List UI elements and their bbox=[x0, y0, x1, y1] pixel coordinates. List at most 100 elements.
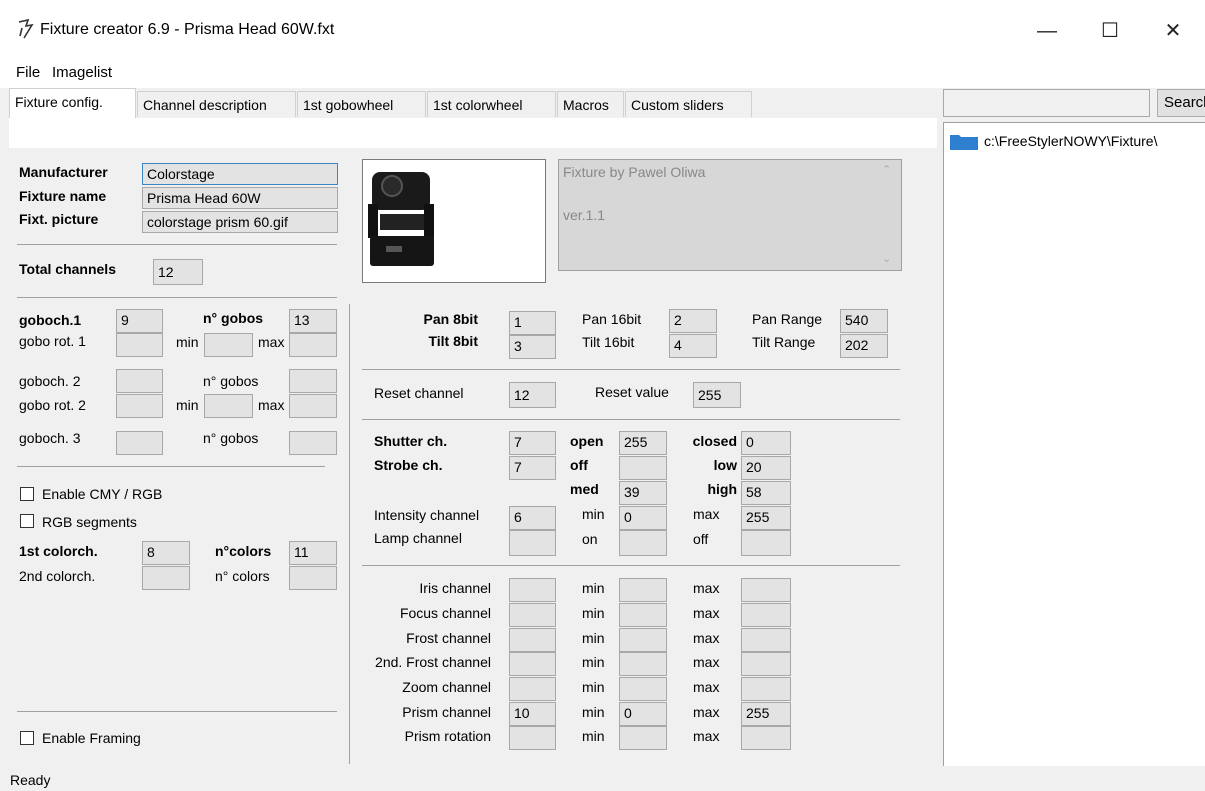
ngobos1-field[interactable]: 13 bbox=[289, 309, 337, 333]
prism-rotation-max-field[interactable] bbox=[741, 726, 791, 750]
moving-head-image bbox=[368, 172, 434, 266]
menu-file[interactable]: File bbox=[16, 64, 40, 81]
tilt8-field[interactable]: 3 bbox=[509, 335, 556, 359]
divider bbox=[17, 711, 337, 712]
strobe-field[interactable]: 7 bbox=[509, 456, 556, 480]
goboch1-field[interactable]: 9 bbox=[116, 309, 163, 333]
frost-channel-field[interactable] bbox=[509, 628, 556, 652]
ncolors2-field[interactable] bbox=[289, 566, 337, 590]
focus-max-field[interactable] bbox=[741, 603, 791, 627]
scroll-up-icon[interactable]: ⌃ bbox=[882, 163, 891, 176]
goboch3-field[interactable] bbox=[116, 431, 163, 455]
closed-field[interactable]: 0 bbox=[741, 431, 791, 455]
colorch1-field[interactable]: 8 bbox=[142, 541, 190, 565]
tab-macros[interactable]: Macros bbox=[557, 91, 624, 117]
gobo-rot1-max-field[interactable] bbox=[289, 333, 337, 357]
gobo-rot2-field[interactable] bbox=[116, 394, 163, 418]
ncolors2-label: n° colors bbox=[215, 568, 270, 584]
prism-channel-field[interactable]: 10 bbox=[509, 702, 556, 726]
minimize-button[interactable]: — bbox=[1024, 12, 1070, 50]
pan-range-field[interactable]: 540 bbox=[840, 309, 888, 333]
fixture-name-field[interactable]: Prisma Head 60W bbox=[142, 187, 338, 209]
lamp-off-field[interactable] bbox=[741, 530, 791, 556]
gobo-rot1-min-field[interactable] bbox=[204, 333, 253, 357]
intensity-min-field[interactable]: 0 bbox=[619, 506, 667, 530]
notes-line-2: ver.1.1 bbox=[563, 207, 606, 223]
reset-value-field[interactable]: 255 bbox=[693, 382, 741, 408]
status-bar bbox=[0, 768, 1205, 791]
scroll-down-icon[interactable]: ⌄ bbox=[882, 252, 891, 265]
tab-fixture-config[interactable]: Fixture config. bbox=[9, 88, 136, 118]
maximize-button[interactable]: ☐ bbox=[1087, 12, 1133, 50]
gobo-rot1-min-label: min bbox=[176, 334, 199, 350]
tilt16-field[interactable]: 4 bbox=[669, 334, 717, 358]
goboch3-label: goboch. 3 bbox=[19, 430, 81, 446]
frost2-channel-field[interactable] bbox=[509, 652, 556, 676]
iris-min-field[interactable] bbox=[619, 578, 667, 602]
focus-max-label: max bbox=[693, 605, 720, 621]
frost-max-field[interactable] bbox=[741, 628, 791, 652]
frost-min-field[interactable] bbox=[619, 628, 667, 652]
med-field[interactable]: 39 bbox=[619, 481, 667, 505]
prism-rotation-min-field[interactable] bbox=[619, 726, 667, 750]
colorch2-field[interactable] bbox=[142, 566, 190, 590]
gobo-rot2-max-field[interactable] bbox=[289, 394, 337, 418]
menu-imagelist[interactable]: Imagelist bbox=[52, 64, 112, 81]
folder-tree[interactable] bbox=[943, 122, 1205, 766]
tab-1st-colorwheel[interactable]: 1st colorwheel bbox=[427, 91, 556, 117]
search-input[interactable] bbox=[943, 89, 1150, 117]
pan16-field[interactable]: 2 bbox=[669, 309, 717, 333]
off-field[interactable] bbox=[619, 456, 667, 480]
pan8-field[interactable]: 1 bbox=[509, 311, 556, 335]
fixture-name-label: Fixture name bbox=[19, 188, 107, 204]
ngobos3-field[interactable] bbox=[289, 431, 337, 455]
tilt-range-field[interactable]: 202 bbox=[840, 334, 888, 358]
lamp-on-field[interactable] bbox=[619, 530, 667, 556]
high-field[interactable]: 58 bbox=[741, 481, 791, 505]
enable-cmy-checkbox[interactable] bbox=[20, 487, 34, 501]
tab-1st-gobowheel[interactable]: 1st gobowheel bbox=[297, 91, 426, 117]
tab-custom-sliders[interactable]: Custom sliders bbox=[625, 91, 752, 117]
open-field[interactable]: 255 bbox=[619, 431, 667, 455]
reset-channel-field[interactable]: 12 bbox=[509, 382, 556, 408]
iris-channel-field[interactable] bbox=[509, 578, 556, 602]
tilt16-label: Tilt 16bit bbox=[582, 334, 635, 350]
intensity-max-field[interactable]: 255 bbox=[741, 506, 791, 530]
ncolors1-field[interactable]: 11 bbox=[289, 541, 337, 565]
frost2-min-field[interactable] bbox=[619, 652, 667, 676]
zoom-min-field[interactable] bbox=[619, 677, 667, 701]
tab-channel-description[interactable]: Channel description bbox=[137, 91, 296, 117]
low-field[interactable]: 20 bbox=[741, 456, 791, 480]
lamp-field[interactable] bbox=[509, 530, 556, 556]
prism-min-field[interactable]: 0 bbox=[619, 702, 667, 726]
ngobos2-field[interactable] bbox=[289, 369, 337, 393]
prism-max-field[interactable]: 255 bbox=[741, 702, 791, 726]
close-button[interactable]: ✕ bbox=[1150, 12, 1196, 50]
focus-channel-label: Focus channel bbox=[399, 605, 491, 621]
folder-path[interactable]: c:\FreeStylerNOWY\Fixture\ bbox=[984, 133, 1157, 149]
gobo-rot1-field[interactable] bbox=[116, 333, 163, 357]
zoom-max-field[interactable] bbox=[741, 677, 791, 701]
rgb-segments-checkbox[interactable] bbox=[20, 514, 34, 528]
total-channels-field[interactable]: 12 bbox=[153, 259, 203, 285]
frost2-min-label: min bbox=[582, 654, 605, 670]
enable-framing-checkbox[interactable] bbox=[20, 731, 34, 745]
zoom-channel-field[interactable] bbox=[509, 677, 556, 701]
gobo-rot2-min-field[interactable] bbox=[204, 394, 253, 418]
frost2-max-field[interactable] bbox=[741, 652, 791, 676]
iris-max-field[interactable] bbox=[741, 578, 791, 602]
fixture-picture-field[interactable]: colorstage prism 60.gif bbox=[142, 211, 338, 233]
iris-channel-label: Iris channel bbox=[419, 580, 491, 596]
search-button[interactable]: Search bbox=[1157, 89, 1205, 117]
manufacturer-field[interactable]: Colorstage bbox=[142, 163, 338, 185]
focus-channel-field[interactable] bbox=[509, 603, 556, 627]
intensity-field[interactable]: 6 bbox=[509, 506, 556, 530]
shutter-field[interactable]: 7 bbox=[509, 431, 556, 455]
pan16-label: Pan 16bit bbox=[582, 311, 642, 327]
pan8-label: Pan 8bit bbox=[423, 311, 478, 327]
prism-max-label: max bbox=[693, 704, 720, 720]
goboch2-field[interactable] bbox=[116, 369, 163, 393]
zoom-min-label: min bbox=[582, 679, 605, 695]
focus-min-field[interactable] bbox=[619, 603, 667, 627]
prism-rotation-channel-field[interactable] bbox=[509, 726, 556, 750]
